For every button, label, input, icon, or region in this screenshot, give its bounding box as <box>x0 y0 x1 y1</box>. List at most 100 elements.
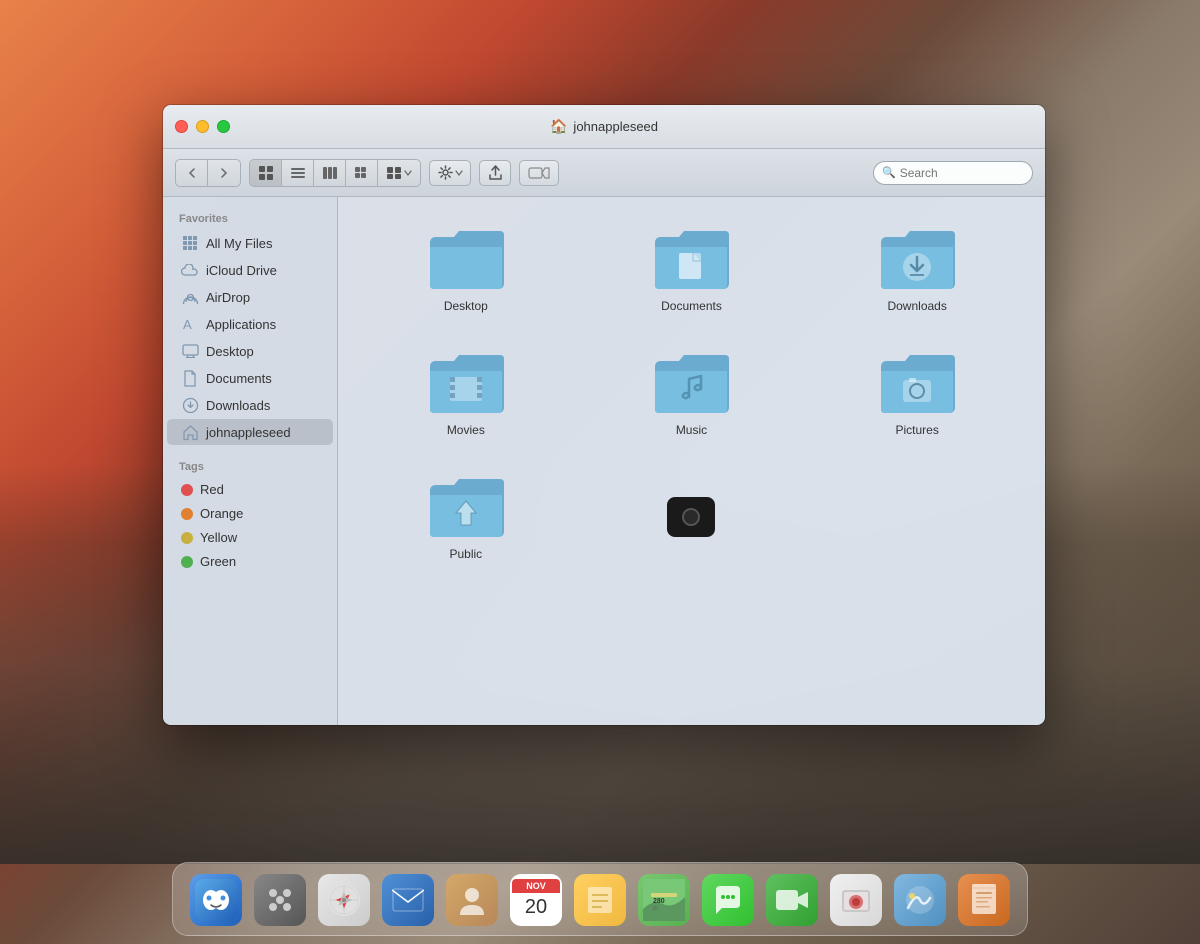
dock-calendar[interactable]: NOV 20 <box>507 871 565 929</box>
view-arrange-button[interactable] <box>378 160 420 186</box>
content-area: Favorites All My Files iCloud Drive AirD… <box>163 197 1045 725</box>
sidebar-tag-red[interactable]: Red <box>167 478 333 501</box>
maximize-button[interactable] <box>217 120 230 133</box>
messages-icon <box>702 874 754 926</box>
tag-button[interactable] <box>519 160 559 186</box>
dock-pages[interactable] <box>955 871 1013 929</box>
dock-messages[interactable] <box>699 871 757 929</box>
dock-contacts[interactable] <box>443 871 501 929</box>
sidebar-item-applications[interactable]: A Applications <box>167 311 333 337</box>
sidebar-item-label: Desktop <box>206 344 254 359</box>
file-item-movies[interactable]: Movies <box>358 341 574 445</box>
sidebar-item-icloud-drive[interactable]: iCloud Drive <box>167 257 333 283</box>
sidebar-item-label: iCloud Drive <box>206 263 277 278</box>
yellow-tag-dot <box>181 532 193 544</box>
dock-notes[interactable] <box>571 871 629 929</box>
sidebar-item-airdrop[interactable]: AirDrop <box>167 284 333 310</box>
red-tag-dot <box>181 484 193 496</box>
applications-icon: A <box>181 315 199 333</box>
sidebar-tag-green[interactable]: Green <box>167 550 333 573</box>
title-bar: 🏠 johnappleseed <box>163 105 1045 149</box>
dock-facetime[interactable] <box>763 871 821 929</box>
sidebar-item-all-my-files[interactable]: All My Files <box>167 230 333 256</box>
dock-iphoto[interactable] <box>891 871 949 929</box>
dock-launchpad[interactable] <box>251 871 309 929</box>
dock-mail[interactable] <box>379 871 437 929</box>
folder-icon-desktop <box>426 225 506 293</box>
sidebar-item-label: johnappleseed <box>206 425 291 440</box>
sidebar-item-label: Documents <box>206 371 272 386</box>
tag-label: Red <box>200 482 224 497</box>
contacts-icon <box>446 874 498 926</box>
file-label: Public <box>449 547 482 561</box>
view-list-button[interactable] <box>282 160 314 186</box>
folder-icon-movies <box>426 349 506 417</box>
minimize-button[interactable] <box>196 120 209 133</box>
tags-header: Tags <box>163 453 337 477</box>
pages-icon <box>958 874 1010 926</box>
close-button[interactable] <box>175 120 188 133</box>
sidebar-item-label: Applications <box>206 317 276 332</box>
documents-icon <box>181 369 199 387</box>
sidebar-item-downloads[interactable]: Downloads <box>167 392 333 418</box>
facetime-icon <box>766 874 818 926</box>
sidebar-item-desktop[interactable]: Desktop <box>167 338 333 364</box>
folder-icon-downloads <box>877 225 957 293</box>
iphoto-icon <box>894 874 946 926</box>
notes-icon <box>574 874 626 926</box>
finder-window: 🏠 johnappleseed <box>163 105 1045 725</box>
file-item-music[interactable]: Music <box>584 341 800 445</box>
home-icon <box>181 423 199 441</box>
view-columns-button[interactable] <box>314 160 346 186</box>
search-input[interactable] <box>900 166 1045 180</box>
dock-maps[interactable]: 280 3D <box>635 871 693 929</box>
nav-buttons <box>175 159 241 187</box>
maps-icon: 280 3D <box>638 874 690 926</box>
calendar-month: NOV <box>512 879 560 893</box>
sidebar-tag-orange[interactable]: Orange <box>167 502 333 525</box>
gear-action-button[interactable] <box>429 160 471 186</box>
back-button[interactable] <box>176 160 208 186</box>
traffic-lights <box>175 120 230 133</box>
sidebar-item-label: Downloads <box>206 398 270 413</box>
sidebar-item-home[interactable]: johnappleseed <box>167 419 333 445</box>
file-grid: Desktop Documents <box>338 197 1045 725</box>
launchpad-icon <box>254 874 306 926</box>
green-tag-dot <box>181 556 193 568</box>
all-my-files-icon <box>181 234 199 252</box>
window-title: 🏠 johnappleseed <box>550 118 658 135</box>
folder-icon-music <box>651 349 731 417</box>
icloud-icon <box>181 261 199 279</box>
forward-button[interactable] <box>208 160 240 186</box>
mail-icon <box>382 874 434 926</box>
file-label: Desktop <box>444 299 488 313</box>
dock-finder[interactable] <box>187 871 245 929</box>
file-label: Music <box>676 423 707 437</box>
sidebar-tag-yellow[interactable]: Yellow <box>167 526 333 549</box>
file-item-desktop[interactable]: Desktop <box>358 217 574 321</box>
file-item-documents[interactable]: Documents <box>584 217 800 321</box>
file-label: Downloads <box>887 299 946 313</box>
favorites-header: Favorites <box>163 205 337 229</box>
sidebar-item-label: All My Files <box>206 236 272 251</box>
file-item-downloads[interactable]: Downloads <box>809 217 1025 321</box>
view-icon-button[interactable] <box>250 160 282 186</box>
toolbar: 🔍 <box>163 149 1045 197</box>
tag-label: Orange <box>200 506 243 521</box>
dock-safari[interactable] <box>315 871 373 929</box>
file-item-public[interactable]: Public <box>358 465 574 569</box>
orange-tag-dot <box>181 508 193 520</box>
finder-icon <box>190 874 242 926</box>
sidebar-item-documents[interactable]: Documents <box>167 365 333 391</box>
file-item-pictures[interactable]: Pictures <box>809 341 1025 445</box>
svg-text:A: A <box>183 317 192 332</box>
safari-icon <box>318 874 370 926</box>
camera-icon <box>667 497 715 537</box>
view-cover-button[interactable] <box>346 160 378 186</box>
share-button[interactable] <box>479 160 511 186</box>
window-title-icon: 🏠 <box>550 118 567 135</box>
dock-photo-booth[interactable] <box>827 871 885 929</box>
dock: NOV 20 280 3D <box>172 862 1028 936</box>
file-item-camera <box>584 465 800 569</box>
folder-icon-public <box>426 473 506 541</box>
